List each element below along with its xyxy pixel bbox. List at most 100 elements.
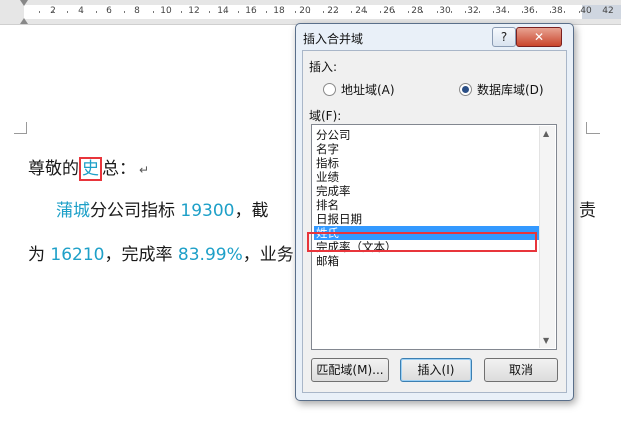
ruler-minor-tick (337, 11, 339, 13)
selected-field-highlight-box (307, 232, 537, 252)
close-button[interactable]: ✕ (516, 27, 562, 47)
ruler-minor-tick (209, 11, 211, 13)
left-indent-marker[interactable] (20, 18, 28, 24)
insert-button[interactable]: 插入(I) (400, 358, 472, 382)
ruler-minor-tick (436, 11, 438, 13)
ruler-minor-tick (223, 11, 225, 13)
list-item[interactable]: 排名 (314, 198, 540, 212)
ruler-minor-tick (408, 11, 410, 13)
ruler-tick: 34 (495, 6, 507, 16)
document-line-body-2[interactable]: 为 16210，完成率 83.99%，业务 (28, 240, 294, 265)
ruler-minor-tick (323, 11, 324, 13)
ruler-minor-tick (294, 11, 296, 13)
ruler-minor-tick (379, 11, 381, 13)
ruler-tick: 18 (273, 6, 285, 16)
greeting-prefix: 尊敬的 (28, 159, 79, 179)
ruler-minor-tick (39, 11, 40, 13)
list-item[interactable]: 日报日期 (314, 212, 540, 226)
ruler-minor-tick (351, 11, 353, 13)
greeting-suffix: 总： (102, 159, 136, 179)
ruler-tick: 12 (188, 6, 200, 16)
cancel-button[interactable]: 取消 (484, 358, 558, 382)
merge-field-branch[interactable]: 蒲城 (56, 201, 90, 221)
radio-database-field[interactable] (459, 83, 472, 96)
ruler-tick: 30 (439, 6, 451, 16)
body-text: ，业务 (242, 245, 294, 265)
first-line-indent-marker[interactable] (20, 0, 28, 6)
body-text: 为 (28, 245, 51, 265)
list-item[interactable]: 完成率 (314, 184, 540, 198)
body-text: 分公司指标 (90, 201, 181, 221)
ruler-minor-tick (550, 11, 552, 13)
ruler-tick: 40 (580, 6, 592, 16)
ruler-tick: 38 (551, 6, 563, 16)
ruler-tick: 42 (602, 6, 614, 16)
ruler-minor-tick (493, 11, 495, 13)
page-corner-mark (586, 133, 600, 134)
body-text: ，截 (234, 201, 269, 221)
ruler-minor-tick (521, 11, 523, 13)
scroll-up-icon[interactable]: ▲ (543, 129, 549, 138)
body-text: ，完成率 (104, 245, 178, 265)
help-button[interactable]: ? (492, 27, 516, 47)
page-corner-mark (14, 133, 27, 134)
horizontal-ruler[interactable]: 2 4 6 8 10 12 14 16 18 20 22 24 26 28 30… (0, 0, 621, 25)
list-item[interactable]: 指标 (314, 156, 540, 170)
match-fields-button[interactable]: 匹配域(M)... (311, 358, 389, 382)
list-item[interactable]: 邮箱 (314, 254, 540, 268)
ruler-minor-tick (138, 11, 140, 13)
radio-address-label[interactable]: 地址域(A) (341, 81, 395, 98)
document-line-body-1-tail: 责 (579, 196, 596, 221)
ruler-minor-tick (280, 11, 282, 13)
insert-label: 插入: (309, 60, 338, 74)
ruler-tick: 16 (245, 6, 257, 16)
merge-field-performance[interactable]: 16210 (50, 245, 104, 265)
ruler-minor-tick (181, 11, 182, 13)
list-item[interactable]: 名字 (314, 142, 540, 156)
ruler-minor-tick (564, 11, 566, 13)
ruler-minor-tick (252, 11, 253, 13)
ruler-minor-tick (422, 11, 424, 13)
ruler-minor-tick (67, 11, 69, 13)
ruler-tick: 26 (383, 6, 395, 16)
ruler-minor-tick (450, 11, 452, 13)
ruler-tick: 36 (523, 6, 535, 16)
ruler-minor-tick (95, 11, 97, 13)
scroll-down-icon[interactable]: ▼ (543, 336, 549, 345)
ruler-minor-tick (152, 11, 154, 13)
ruler-minor-tick (578, 11, 580, 13)
insert-merge-field-dialog: 插入合并域 ? ✕ 插入: 地址域(A) 数据库域(D) 域(F): 分公司 名… (295, 23, 574, 401)
ruler-minor-tick (308, 11, 310, 13)
ruler-minor-tick (237, 11, 239, 13)
ruler-minor-tick (536, 11, 537, 13)
body-text: 责 (579, 201, 596, 221)
ruler-minor-tick (266, 11, 268, 13)
ruler-minor-tick (53, 11, 55, 13)
ruler-minor-tick (479, 11, 481, 13)
radio-database-label[interactable]: 数据库域(D) (477, 81, 544, 98)
ruler-minor-tick (166, 11, 168, 13)
merge-field-surname[interactable]: 史 (79, 157, 102, 181)
ruler-minor-tick (507, 11, 509, 13)
list-item[interactable]: 业绩 (314, 170, 540, 184)
dialog-body: 插入: 地址域(A) 数据库域(D) 域(F): 分公司 名字 指标 业绩 完成… (302, 50, 567, 393)
merge-field-target[interactable]: 19300 (180, 201, 234, 221)
ruler-minor-tick (394, 11, 395, 13)
ruler-minor-tick (195, 11, 197, 13)
merge-field-completion-rate[interactable]: 83.99% (178, 245, 243, 265)
list-item[interactable]: 分公司 (314, 128, 540, 142)
ruler-minor-tick (110, 11, 111, 13)
paragraph-mark: ↵ (139, 163, 150, 177)
field-list-label: 域(F): (309, 109, 342, 123)
ruler-minor-tick (81, 11, 83, 13)
listbox-scrollbar[interactable]: ▲ ▼ (539, 126, 555, 348)
document-line-body-1[interactable]: 蒲城分公司指标 19300，截 (56, 196, 269, 221)
ruler-minor-tick (365, 11, 367, 13)
ruler-tick: 32 (467, 6, 479, 16)
radio-address-field[interactable] (323, 83, 336, 96)
ruler-minor-tick (124, 11, 126, 13)
document-line-greeting[interactable]: 尊敬的史总： ↵ (28, 154, 150, 181)
ruler-tick: 28 (411, 6, 423, 16)
dialog-title: 插入合并域 (303, 32, 364, 46)
ruler-tick: 6 (106, 6, 112, 16)
